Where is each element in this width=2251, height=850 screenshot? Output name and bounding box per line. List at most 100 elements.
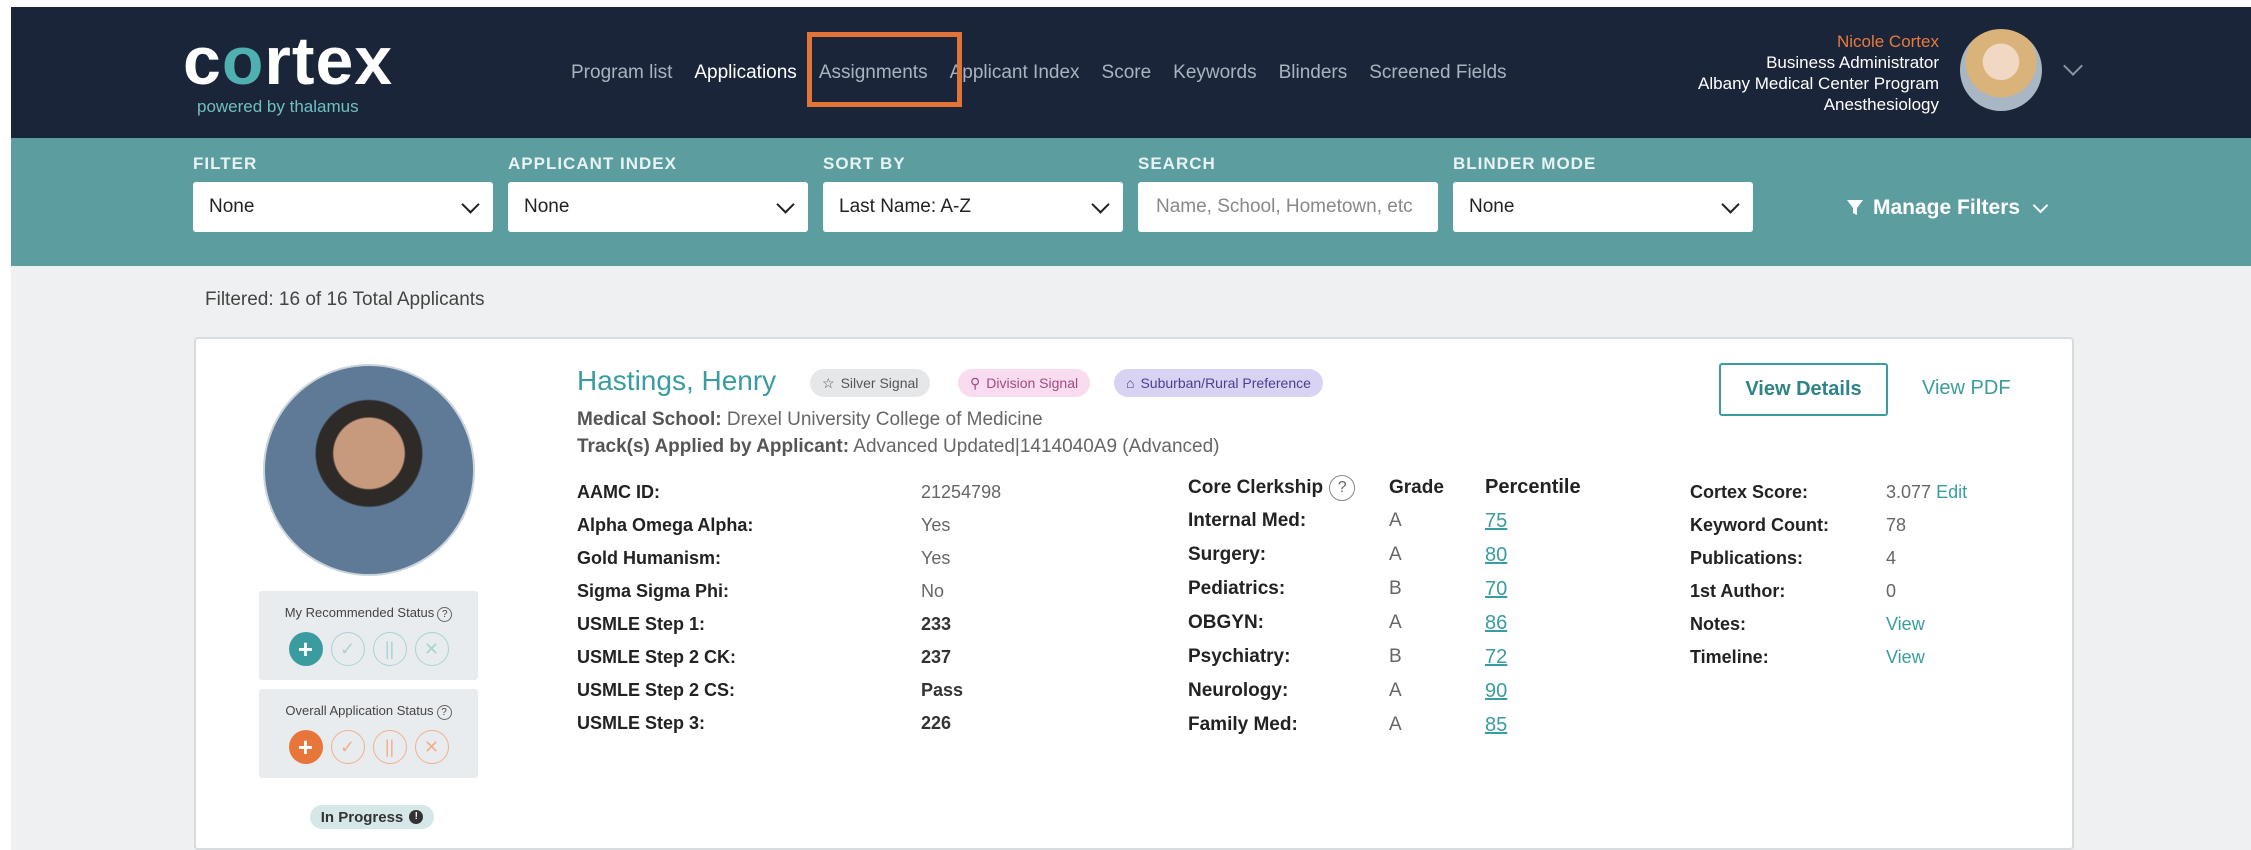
percentile-header: Percentile xyxy=(1485,476,1581,498)
nav-applicant-index[interactable]: Applicant Index xyxy=(950,62,1080,84)
user-specialty: Anesthesiology xyxy=(1823,95,1939,114)
clerkship-names: Core Clerkship? Internal Med: Surgery: P… xyxy=(1188,471,1356,742)
manage-filters-label: Manage Filters xyxy=(1873,196,2021,219)
blinder-mode-label: BLINDER MODE xyxy=(1453,154,1597,173)
house-icon: ⌂ xyxy=(1126,375,1135,391)
pause-icon[interactable]: || xyxy=(372,730,407,764)
applicant-index-value: None xyxy=(524,196,570,217)
filter-select[interactable]: None xyxy=(193,182,493,232)
avatar[interactable] xyxy=(1960,29,2042,111)
percentile-link[interactable]: 75 xyxy=(1485,510,1507,533)
close-icon[interactable]: ✕ xyxy=(414,632,449,666)
info-value: 21254798 xyxy=(921,482,1002,502)
badge-label: Suburban/Rural Preference xyxy=(1140,375,1311,391)
search-input[interactable] xyxy=(1154,195,1422,219)
manage-filters-button[interactable]: Manage Filters xyxy=(1846,196,2049,220)
cortex-score-row: 3.077 Edit xyxy=(1886,476,1967,509)
info-label: AAMC ID: xyxy=(577,482,660,502)
clerkship-name: Internal Med: xyxy=(1188,510,1307,531)
user-role: Business Administrator xyxy=(1766,53,1939,72)
percentile-link[interactable]: 86 xyxy=(1485,612,1507,635)
nav-keywords[interactable]: Keywords xyxy=(1173,62,1256,84)
close-icon[interactable]: ✕ xyxy=(414,730,449,764)
timeline-view-link[interactable]: View xyxy=(1886,647,1925,668)
nav-program-list[interactable]: Program list xyxy=(571,62,672,84)
info-value: Yes xyxy=(921,548,951,568)
status-badge: In Progress ! xyxy=(310,805,434,829)
user-info[interactable]: Nicole Cortex Business Administrator Alb… xyxy=(1698,31,1939,115)
check-icon[interactable]: ✓ xyxy=(330,730,365,764)
badge-label: Silver Signal xyxy=(840,375,919,391)
division-signal-badge: ⚲ Division Signal xyxy=(958,369,1091,397)
plus-icon[interactable]: + xyxy=(288,632,323,666)
score-labels: Cortex Score: Keyword Count: Publication… xyxy=(1690,476,1829,674)
overall-status-title-row: Overall Application Status? xyxy=(259,703,478,720)
help-icon[interactable]: ? xyxy=(436,705,452,720)
search-box xyxy=(1138,182,1438,232)
pause-icon[interactable]: || xyxy=(372,632,407,666)
info-label: USMLE Step 1: xyxy=(577,614,706,634)
sort-by-select[interactable]: Last Name: A-Z xyxy=(823,182,1123,232)
check-icon[interactable]: ✓ xyxy=(330,632,365,666)
nav-applications[interactable]: Applications xyxy=(694,62,796,84)
applicant-name[interactable]: Hastings, Henry xyxy=(577,365,776,397)
logo-word: cortex xyxy=(183,23,394,99)
chevron-down-icon xyxy=(1091,194,1110,214)
clerkship-grades: Grade A A B A B A A xyxy=(1389,471,1444,742)
info-values: 21254798 Yes Yes No 233 237 Pass 226 xyxy=(921,476,1001,740)
info-value: 237 xyxy=(921,647,952,667)
notes-view-link[interactable]: View xyxy=(1886,614,1925,635)
percentile-link[interactable]: 80 xyxy=(1485,544,1507,567)
cortex-logo[interactable]: cortex powered by thalamus xyxy=(183,27,393,117)
score-label: Notes: xyxy=(1690,614,1747,634)
plus-icon[interactable]: + xyxy=(288,730,323,764)
info-icon[interactable]: ! xyxy=(409,810,424,824)
clerkship-grade: B xyxy=(1389,578,1402,599)
score-label: Publications: xyxy=(1690,548,1804,568)
percentile-link[interactable]: 85 xyxy=(1485,714,1507,737)
overall-application-status: Overall Application Status? + ✓ || ✕ xyxy=(259,689,478,778)
sort-by-value: Last Name: A-Z xyxy=(839,196,971,217)
cortex-score-value: 3.077 xyxy=(1886,482,1932,502)
blinder-mode-select[interactable]: None xyxy=(1453,182,1753,232)
clerkship-percentiles: Percentile 75 80 70 86 72 90 85 xyxy=(1485,471,1581,742)
tracks-value: Advanced Updated|1414040A9 (Advanced) xyxy=(853,436,1220,457)
info-value: 233 xyxy=(921,614,952,634)
view-details-button[interactable]: View Details xyxy=(1719,363,1888,416)
percentile-link[interactable]: 72 xyxy=(1485,646,1507,669)
first-author-value: 0 xyxy=(1886,581,1897,601)
clerkship-grade: A xyxy=(1389,680,1402,701)
filter-label: FILTER xyxy=(193,154,258,173)
chevron-down-icon[interactable] xyxy=(2063,56,2083,76)
nav-score[interactable]: Score xyxy=(1102,62,1152,84)
info-label: USMLE Step 3: xyxy=(577,713,706,733)
clerkship-grade: A xyxy=(1389,612,1402,633)
overall-status-buttons: + ✓ || ✕ xyxy=(259,730,478,764)
silver-signal-badge: ☆ Silver Signal xyxy=(810,369,931,397)
info-value: 226 xyxy=(921,713,952,733)
filter-group: FILTER None xyxy=(193,154,493,232)
info-value: Yes xyxy=(921,515,951,535)
edit-score-link[interactable]: Edit xyxy=(1936,482,1967,503)
percentile-link[interactable]: 90 xyxy=(1485,680,1507,703)
sort-by-group: SORT BY Last Name: A-Z xyxy=(823,154,1123,232)
core-clerkship-header-text: Core Clerkship xyxy=(1188,476,1324,498)
percentile-link[interactable]: 70 xyxy=(1485,578,1507,601)
help-icon[interactable]: ? xyxy=(437,607,453,622)
clerkship-grade: A xyxy=(1389,510,1402,531)
user-name: Nicole Cortex xyxy=(1836,32,1939,51)
medical-school: Medical School: Drexel University Colleg… xyxy=(577,409,1043,431)
nav-blinders[interactable]: Blinders xyxy=(1279,62,1348,84)
help-icon[interactable]: ? xyxy=(1329,474,1356,501)
info-label: Sigma Sigma Phi: xyxy=(577,581,730,601)
info-labels: AAMC ID: Alpha Omega Alpha: Gold Humanis… xyxy=(577,476,753,740)
clerkship-grade: A xyxy=(1389,714,1402,735)
applicant-index-select[interactable]: None xyxy=(508,182,808,232)
publications-value: 4 xyxy=(1886,548,1897,568)
sort-by-label: SORT BY xyxy=(823,154,906,173)
nav-screened-fields[interactable]: Screened Fields xyxy=(1369,62,1506,84)
search-label: SEARCH xyxy=(1138,154,1216,173)
status-text: In Progress xyxy=(320,808,404,826)
chevron-down-icon xyxy=(776,194,795,214)
view-pdf-link[interactable]: View PDF xyxy=(1922,377,2011,400)
